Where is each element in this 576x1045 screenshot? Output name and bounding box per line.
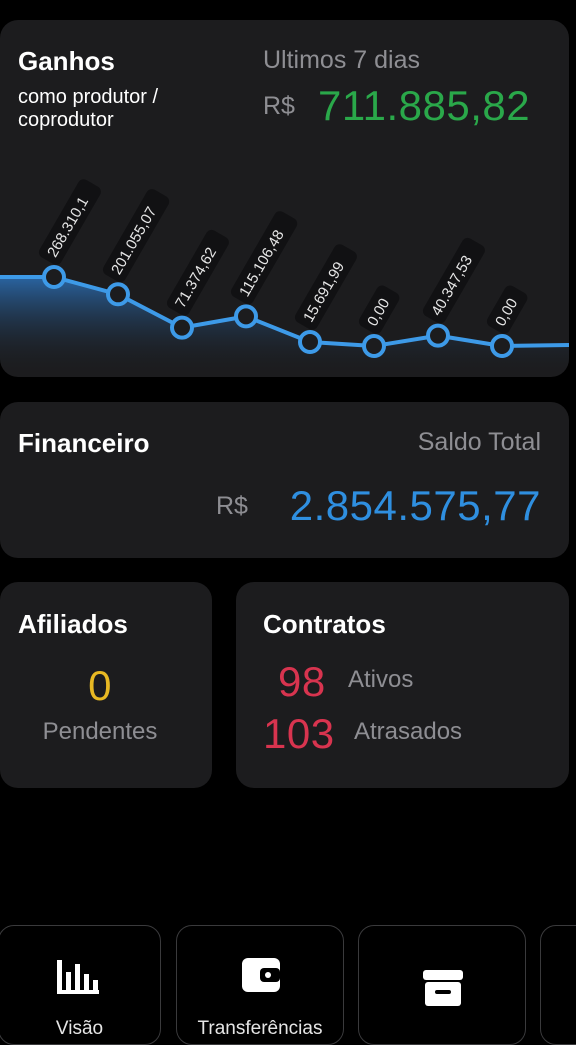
chart-data-label: 115.106,48 [230, 211, 298, 305]
chart-data-label: 71.374,62 [166, 229, 229, 316]
affiliates-title: Afiliados [18, 609, 128, 639]
balance-caption: Saldo Total [417, 428, 541, 456]
nav-item-archive[interactable] [358, 925, 526, 1045]
chart-point[interactable] [106, 282, 130, 307]
active-contracts-count: 98 [278, 658, 326, 705]
earnings-title: Ganhos [18, 46, 115, 76]
contracts-title: Contratos [263, 609, 386, 639]
pending-label: Pendentes [42, 718, 158, 745]
nav-item-overview[interactable]: Visão [0, 925, 161, 1045]
finance-currency: R$ [216, 492, 248, 520]
chart-point[interactable] [490, 334, 514, 358]
pending-affiliates-count: 0 [88, 662, 112, 709]
earnings-card[interactable]: 268.310,1 201.055,07 71.374,62 115.106,48 15… [0, 20, 569, 377]
chart-point[interactable] [170, 315, 194, 340]
earnings-subtitle-line2: coprodutor [18, 109, 114, 131]
nav-item-transfers[interactable]: Transferências [176, 925, 344, 1045]
late-contracts-label: Atrasados [354, 718, 463, 745]
chart-data-label: 15.691,99 [294, 244, 357, 330]
chart-data-label: 0,00 [486, 285, 528, 334]
chart-data-label: 268.310,1 [38, 179, 101, 265]
finance-title: Financeiro [18, 428, 150, 458]
nav-label-transfers: Transferências [197, 1018, 323, 1039]
wallet-icon [242, 958, 280, 992]
finance-card[interactable]: Financeiro Saldo Total R$ 2.854.575,77 [0, 402, 569, 558]
archive-icon [423, 970, 463, 1006]
chart-data-label: 0,00 [358, 285, 400, 334]
earnings-amount: 711.885,82 [318, 82, 531, 129]
chart-point[interactable] [362, 334, 386, 358]
chart-point[interactable] [42, 265, 66, 289]
active-contracts-label: Ativos [348, 666, 414, 693]
contracts-card[interactable]: Contratos 98 Ativos 103 Atrasados [236, 582, 569, 788]
chart-point[interactable] [234, 304, 258, 329]
period-label: Ultimos 7 dias [263, 46, 420, 74]
affiliates-card[interactable]: Afiliados 0 Pendentes [0, 582, 212, 788]
chart-point[interactable] [298, 329, 322, 354]
earnings-currency: R$ [263, 92, 295, 120]
chart-data-label: 201.055,07 [102, 189, 170, 283]
chart-data-label: 40.347,53 [422, 237, 485, 324]
late-contracts-count: 103 [263, 710, 335, 757]
nav-item-more[interactable] [540, 925, 576, 1045]
chart-point[interactable] [426, 323, 450, 348]
chart-area-fill [0, 277, 569, 377]
earnings-subtitle-line1: como produtor / [18, 86, 159, 108]
nav-label-overview: Visão [55, 1018, 104, 1039]
bar-chart-icon [57, 960, 99, 994]
finance-balance-amount: 2.854.575,77 [289, 482, 541, 529]
